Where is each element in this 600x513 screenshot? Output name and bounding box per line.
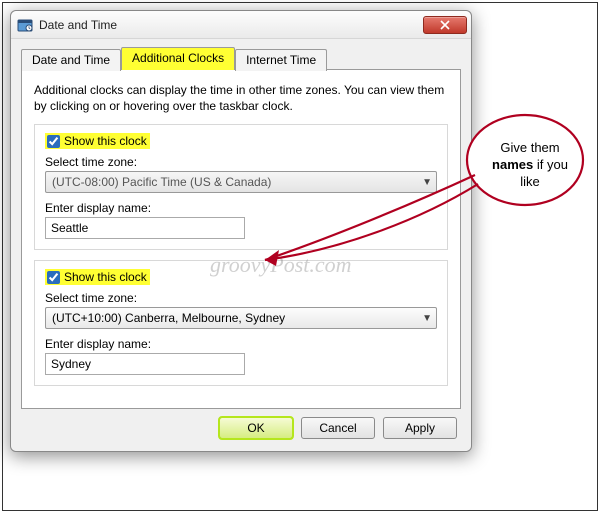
clock-1-tz-label: Select time zone: [45,155,437,169]
tab-internet-time[interactable]: Internet Time [235,49,327,71]
clock-2-show-label: Show this clock [64,270,147,284]
cancel-button[interactable]: Cancel [301,417,375,439]
clock-2-name-label: Enter display name: [45,337,437,351]
titlebar: Date and Time [11,11,471,39]
date-and-time-dialog: Date and Time Date and Time Additional C… [10,10,472,452]
clock-1-show-checkbox[interactable] [47,135,60,148]
clock-1-show-label: Show this clock [64,134,147,148]
clock-2-show-checkbox[interactable] [47,271,60,284]
clock-1-name-label: Enter display name: [45,201,437,215]
annotation-text: Give them names if you like [486,140,574,191]
clock-2-display-name-input[interactable] [45,353,245,375]
clock-2-timezone-value: (UTC+10:00) Canberra, Melbourne, Sydney [52,311,285,325]
chevron-down-icon: ▼ [422,177,432,188]
date-time-appicon [17,17,33,33]
close-button[interactable] [423,16,467,34]
dialog-button-row: OK Cancel Apply [21,409,461,443]
clock-1-group: Show this clock Select time zone: (UTC-0… [34,124,448,250]
panel-description: Additional clocks can display the time i… [34,82,448,114]
close-icon [440,20,450,30]
clock-1-timezone-value: (UTC-08:00) Pacific Time (US & Canada) [52,175,271,189]
window-title: Date and Time [39,18,117,32]
apply-button[interactable]: Apply [383,417,457,439]
clock-2-timezone-select[interactable]: (UTC+10:00) Canberra, Melbourne, Sydney … [45,307,437,329]
clock-2-show-row: Show this clock [45,269,437,285]
tab-panel-additional-clocks: Additional clocks can display the time i… [21,69,461,409]
clock-2-group: Show this clock Select time zone: (UTC+1… [34,260,448,386]
ok-button[interactable]: OK [219,417,293,439]
clock-1-display-name-input[interactable] [45,217,245,239]
tab-date-and-time[interactable]: Date and Time [21,49,121,71]
clock-1-timezone-select[interactable]: (UTC-08:00) Pacific Time (US & Canada) ▼ [45,171,437,193]
chevron-down-icon: ▼ [422,313,432,324]
tab-additional-clocks[interactable]: Additional Clocks [121,47,235,70]
clock-2-tz-label: Select time zone: [45,291,437,305]
dialog-body: Date and Time Additional Clocks Internet… [11,39,471,451]
tabstrip: Date and Time Additional Clocks Internet… [21,47,461,70]
clock-1-show-row: Show this clock [45,133,437,149]
